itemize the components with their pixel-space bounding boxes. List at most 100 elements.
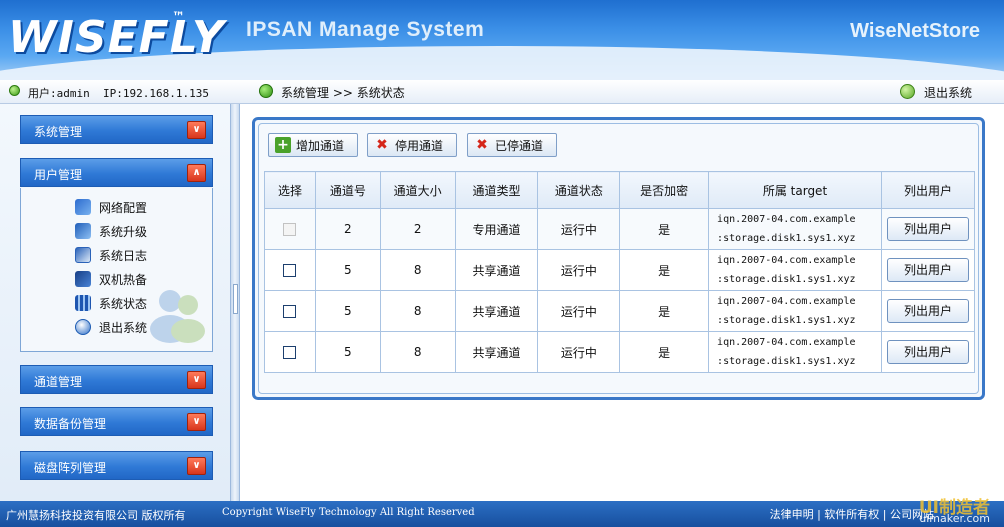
- disabled-channels-button[interactable]: ✖ 已停通道: [467, 133, 557, 157]
- log-icon: [75, 247, 91, 263]
- table-header-row: 选择 通道号 通道大小 通道类型 通道状态 是否加密 所属 target 列出用…: [264, 171, 976, 209]
- target-line: iqn.2007-04.com.example: [717, 337, 856, 348]
- sidebar-splitter[interactable]: [230, 104, 240, 501]
- submenu-exit-system[interactable]: 退出系统: [75, 318, 147, 336]
- breadcrumb-arrow-icon: [259, 84, 273, 98]
- menu-label: 磁盘阵列管理: [34, 461, 107, 475]
- target-line: :storage.disk1.sys1.xyz: [717, 315, 856, 326]
- row-checkbox: [283, 223, 297, 236]
- list-users-button[interactable]: 列出用户: [886, 299, 969, 323]
- menu-label: 系统管理: [34, 125, 83, 139]
- submenu-label: 系统升级: [99, 224, 148, 239]
- network-icon: [75, 199, 91, 215]
- submenu-system-status[interactable]: 系统状态: [75, 294, 147, 312]
- channel-number: 2: [314, 208, 381, 250]
- info-bar: 用户:admin IP:192.168.1.135 系统管理 >> 系统状态 退…: [0, 80, 1004, 104]
- menu-label: 数据备份管理: [34, 417, 107, 431]
- channel-status: 运行中: [537, 331, 621, 373]
- channel-size: 2: [379, 208, 456, 250]
- target-line: :storage.disk1.sys1.xyz: [717, 356, 856, 367]
- column-header: 列出用户: [880, 171, 976, 209]
- target-line: :storage.disk1.sys1.xyz: [717, 233, 856, 244]
- button-label: 增加通道: [296, 138, 345, 153]
- target-line: iqn.2007-04.com.example: [717, 214, 856, 225]
- disabled-list-icon: ✖: [476, 137, 488, 153]
- list-users-button[interactable]: 列出用户: [886, 340, 969, 364]
- upgrade-icon: [75, 223, 91, 239]
- logout-link[interactable]: 退出系统: [900, 83, 980, 101]
- list-users-button[interactable]: 列出用户: [886, 258, 969, 282]
- column-header: 通道类型: [454, 171, 539, 209]
- channel-number: 5: [314, 249, 381, 291]
- submenu-label: 网络配置: [99, 200, 148, 215]
- target-cell: iqn.2007-04.com.example :storage.disk1.sy…: [708, 331, 882, 373]
- uimaker-watermark-url: uimaker.com: [919, 512, 990, 525]
- channel-encrypted: 是: [619, 208, 710, 250]
- list-users-button[interactable]: 列出用户: [886, 217, 969, 241]
- logout-label: 退出系统: [924, 86, 973, 100]
- expand-chevron-icon[interactable]: ∨: [187, 121, 206, 139]
- target-cell: iqn.2007-04.com.example :storage.disk1.sy…: [708, 290, 882, 332]
- target-line: iqn.2007-04.com.example: [717, 296, 856, 307]
- app-header: WISEFLY ™ IPSAN Manage System WiseNetSto…: [0, 0, 1004, 80]
- submenu-network-config[interactable]: 网络配置: [75, 198, 147, 216]
- channel-number: 5: [314, 290, 381, 332]
- column-header: 通道大小: [379, 171, 456, 209]
- column-header: 所属 target: [708, 171, 882, 209]
- channel-type: 共享通道: [454, 331, 539, 373]
- breadcrumb: 系统管理 >> 系统状态: [281, 86, 405, 100]
- copyright-notice: Copyright WiseFly Technology All Right R…: [222, 507, 475, 518]
- channel-table: 选择 通道号 通道大小 通道类型 通道状态 是否加密 所属 target 列出用…: [264, 171, 976, 373]
- submenu-hot-standby[interactable]: 双机热备: [75, 270, 147, 288]
- exit-icon: [75, 319, 91, 335]
- column-header: 是否加密: [619, 171, 710, 209]
- submenu-label: 系统日志: [99, 248, 148, 263]
- expand-chevron-icon[interactable]: ∨: [187, 457, 206, 475]
- channel-size: 8: [379, 290, 456, 332]
- target-line: iqn.2007-04.com.example: [717, 255, 856, 266]
- channel-type: 共享通道: [454, 249, 539, 291]
- row-checkbox[interactable]: [283, 305, 297, 318]
- hot-standby-icon: [75, 271, 91, 287]
- menu-channel-management[interactable]: 通道管理 ∨: [20, 365, 213, 394]
- footer: 广州慧扬科技投资有限公司 版权所有 Copyright WiseFly Tech…: [0, 498, 1004, 527]
- menu-disk-array-management[interactable]: 磁盘阵列管理 ∨: [20, 451, 213, 480]
- button-label: 已停通道: [495, 138, 544, 153]
- wisefly-logo: WISEFLY: [8, 12, 225, 63]
- menu-system-management[interactable]: 系统管理 ∨: [20, 115, 213, 144]
- channel-size: 8: [379, 249, 456, 291]
- table-row: 2 2 专用通道 运行中 是 iqn.2007-04.com.example:s…: [264, 208, 976, 250]
- expand-chevron-icon[interactable]: ∨: [187, 413, 206, 431]
- submenu-system-upgrade[interactable]: 系统升级: [75, 222, 147, 240]
- column-header: 通道号: [314, 171, 381, 209]
- table-row: 5 8 共享通道 运行中 是 iqn.2007-04.com.example:s…: [264, 249, 976, 291]
- disable-channel-button[interactable]: ✖ 停用通道: [367, 133, 457, 157]
- logout-icon: [900, 84, 915, 99]
- collapse-chevron-icon[interactable]: ∧: [187, 164, 206, 182]
- status-icon: [75, 295, 91, 311]
- menu-data-backup-management[interactable]: 数据备份管理 ∨: [20, 407, 213, 436]
- menu-label: 通道管理: [34, 375, 83, 389]
- column-header: 选择: [264, 171, 316, 209]
- target-cell: iqn.2007-04.com.example :storage.disk1.sy…: [708, 249, 882, 291]
- users-decoration-icon: [150, 290, 205, 343]
- footer-links[interactable]: 法律申明 | 软件所有权 | 公司网站: [770, 506, 934, 522]
- channel-status: 运行中: [537, 249, 621, 291]
- user-ip-info: 用户:admin IP:192.168.1.135: [28, 87, 209, 100]
- menu-user-management[interactable]: 用户管理 ∧: [20, 158, 213, 187]
- company-copyright: 广州慧扬科技投资有限公司 版权所有: [6, 509, 186, 522]
- channel-type: 专用通道: [454, 208, 539, 250]
- channel-encrypted: 是: [619, 331, 710, 373]
- submenu-system-log[interactable]: 系统日志: [75, 246, 147, 264]
- menu-label: 用户管理: [34, 168, 83, 182]
- target-line: :storage.disk1.sys1.xyz: [717, 274, 856, 285]
- button-label: 停用通道: [395, 138, 444, 153]
- row-checkbox[interactable]: [283, 264, 297, 277]
- add-icon: +: [275, 137, 291, 153]
- splitter-collapse-handle[interactable]: [233, 284, 238, 314]
- channel-size: 8: [379, 331, 456, 373]
- submenu-label: 双机热备: [99, 272, 148, 287]
- expand-chevron-icon[interactable]: ∨: [187, 371, 206, 389]
- row-checkbox[interactable]: [283, 346, 297, 359]
- add-channel-button[interactable]: + 增加通道: [268, 133, 358, 157]
